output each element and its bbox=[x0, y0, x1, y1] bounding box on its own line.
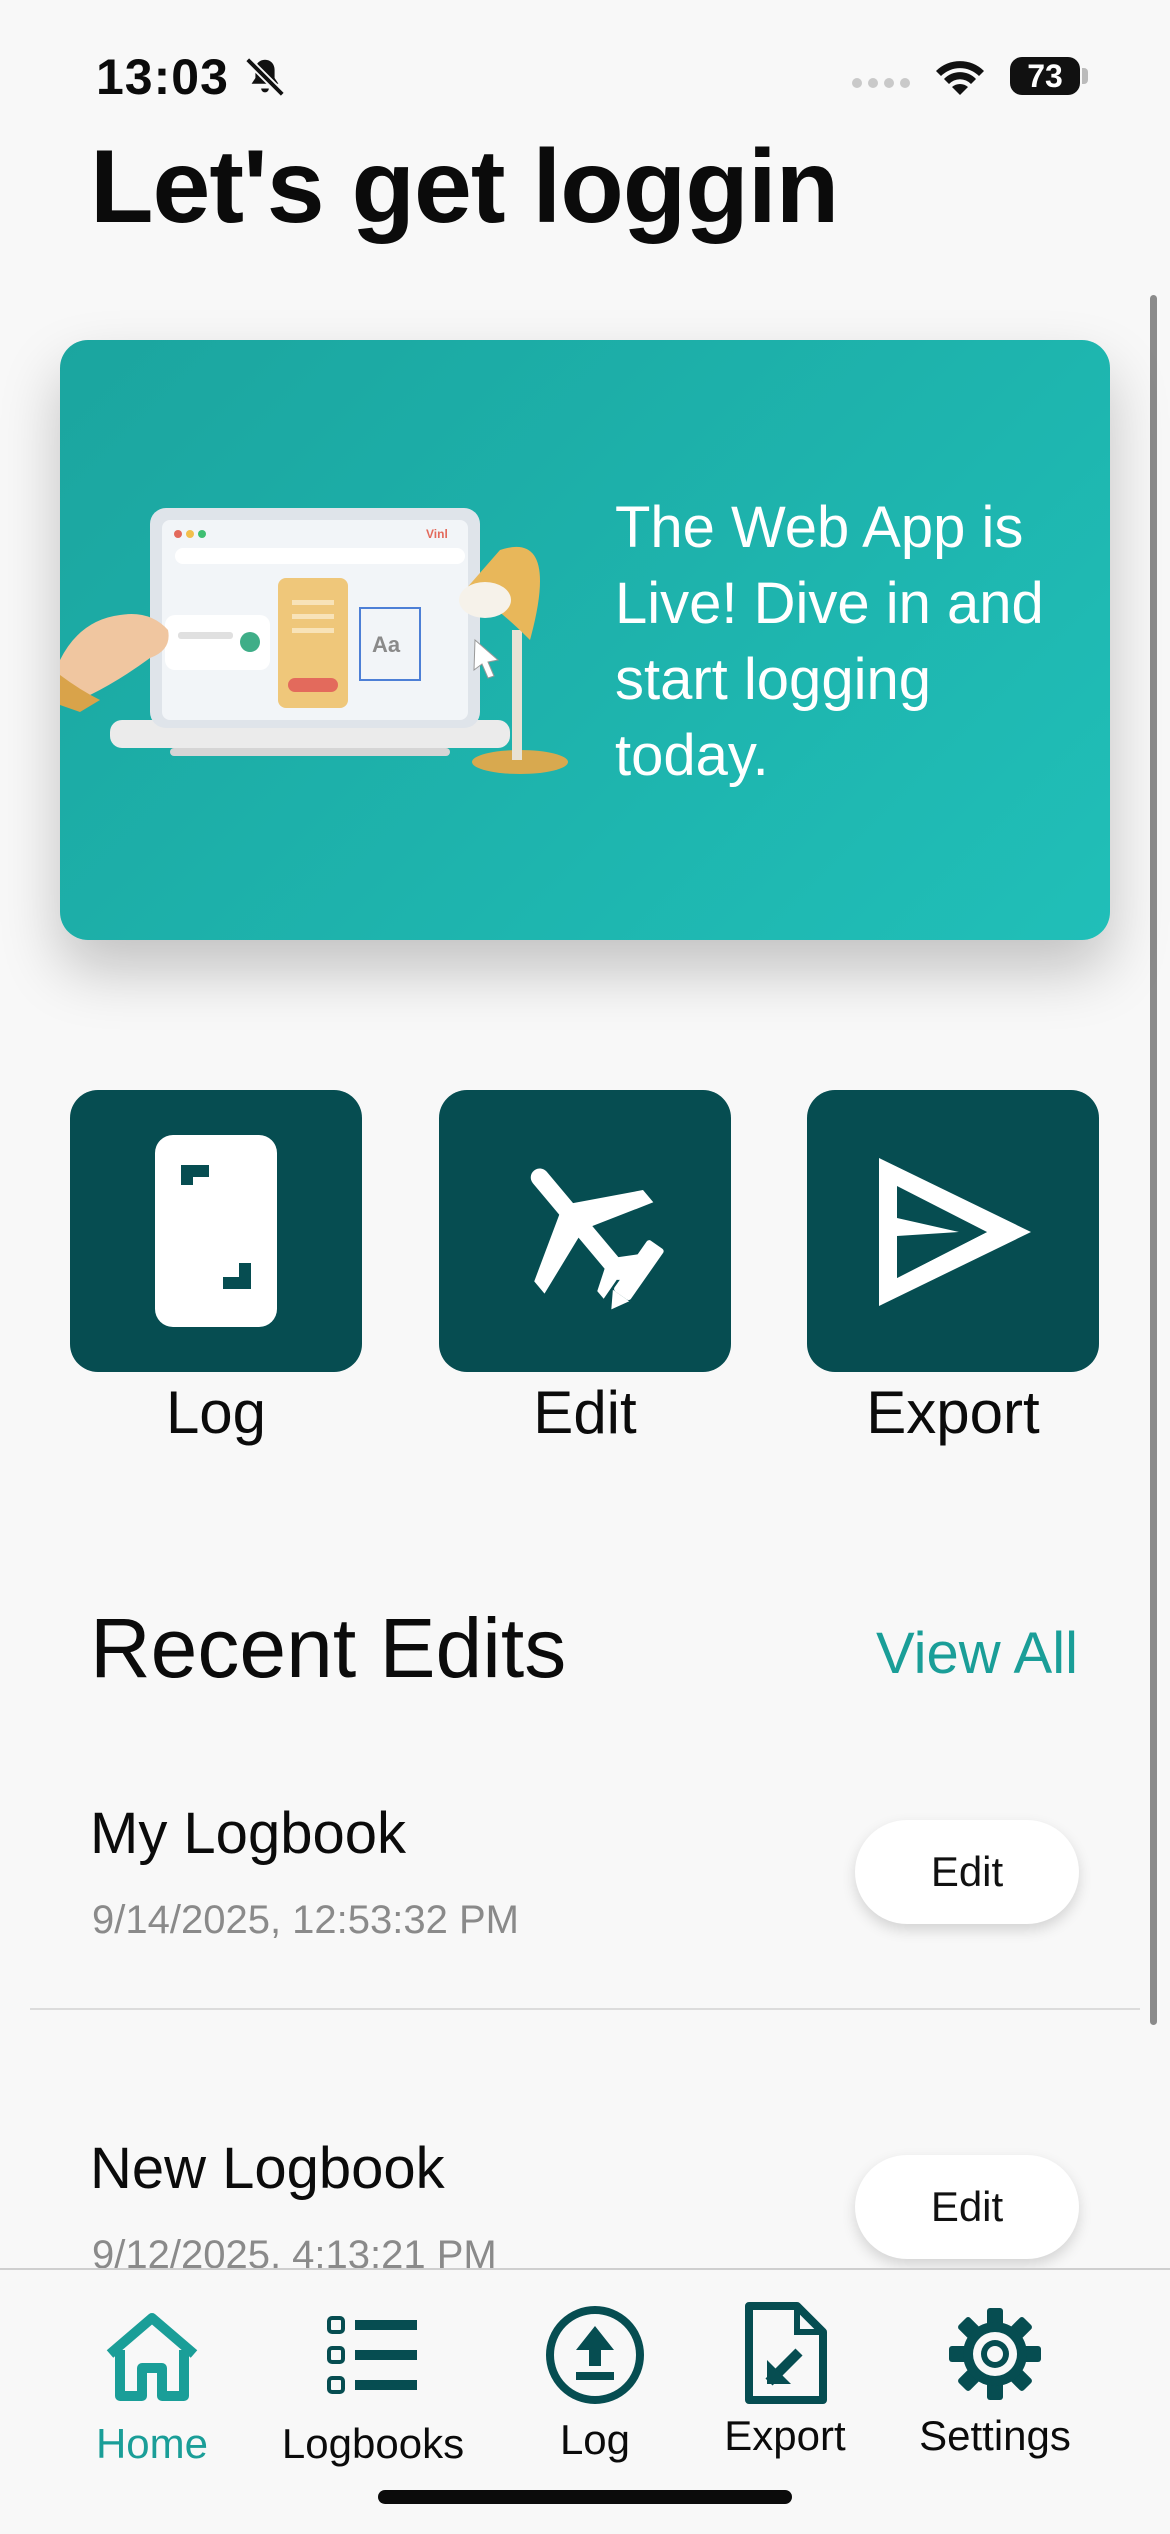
edit-tile[interactable] bbox=[439, 1090, 731, 1372]
gear-icon bbox=[949, 2308, 1041, 2400]
tab-export[interactable]: Export bbox=[720, 2302, 850, 2460]
banner-text: The Web App is Live! Dive in and start l… bbox=[615, 495, 1044, 788]
cellular-signal-icon bbox=[852, 78, 910, 88]
svg-text:Aa: Aa bbox=[372, 632, 401, 657]
recent-edit-item[interactable]: My Logbook 9/14/2025, 12:53:32 PM Edit bbox=[0, 1780, 1170, 2110]
battery-indicator: 73 bbox=[1010, 57, 1080, 95]
edit-action-label: Edit bbox=[533, 1379, 637, 1446]
wifi-icon bbox=[936, 61, 984, 95]
log-action[interactable]: Log bbox=[70, 1090, 362, 1447]
export-tile[interactable] bbox=[807, 1090, 1099, 1372]
illustration-logo-text: Vinl bbox=[426, 527, 448, 541]
logbook-date: 9/14/2025, 12:53:32 PM bbox=[92, 1898, 519, 1942]
view-all-link[interactable]: View All bbox=[876, 1620, 1078, 1687]
list-icon bbox=[327, 2316, 417, 2394]
phone-scan-icon bbox=[155, 1135, 277, 1327]
tab-log[interactable]: Log bbox=[535, 2306, 655, 2464]
file-export-icon bbox=[745, 2302, 827, 2404]
logbook-name: New Logbook bbox=[90, 2136, 445, 2201]
tab-settings[interactable]: Settings bbox=[910, 2308, 1080, 2460]
status-time: 13:03 bbox=[96, 49, 229, 105]
log-action-label: Log bbox=[165, 1379, 267, 1446]
export-action[interactable]: Export bbox=[807, 1090, 1099, 1447]
tab-export-label: Export bbox=[724, 2412, 846, 2459]
tab-logbooks-label: Logbooks bbox=[281, 2420, 465, 2467]
scrollbar[interactable] bbox=[1150, 295, 1157, 2025]
home-indicator bbox=[378, 2490, 792, 2504]
plane-edit-icon bbox=[530, 1168, 664, 1310]
bell-muted-icon bbox=[245, 57, 285, 97]
edit-action[interactable]: Edit bbox=[439, 1090, 731, 1447]
recent-edits-title: Recent Edits bbox=[90, 1601, 567, 1695]
tab-log-label: Log bbox=[559, 2416, 631, 2463]
upload-circle-icon bbox=[546, 2306, 644, 2404]
battery-cap bbox=[1082, 68, 1088, 84]
tab-home[interactable]: Home bbox=[92, 2310, 212, 2468]
send-icon bbox=[879, 1158, 1031, 1306]
laptop-illustration: Vinl Aa bbox=[60, 508, 568, 774]
edit-logbook-button[interactable]: Edit bbox=[855, 1820, 1079, 1924]
export-action-label: Export bbox=[866, 1379, 1040, 1446]
divider bbox=[30, 2008, 1140, 2010]
home-icon bbox=[106, 2313, 198, 2401]
tab-logbooks[interactable]: Logbooks bbox=[278, 2310, 468, 2468]
edit-logbook-button[interactable]: Edit bbox=[855, 2155, 1079, 2259]
web-app-banner[interactable]: Vinl Aa The Web App is Live! Dive in and… bbox=[60, 340, 1110, 940]
page-title: Let's get loggin bbox=[90, 129, 839, 245]
logbook-name: My Logbook bbox=[90, 1801, 406, 1866]
log-tile[interactable] bbox=[70, 1090, 362, 1372]
tab-settings-label: Settings bbox=[919, 2412, 1071, 2459]
tab-home-label: Home bbox=[95, 2420, 209, 2467]
